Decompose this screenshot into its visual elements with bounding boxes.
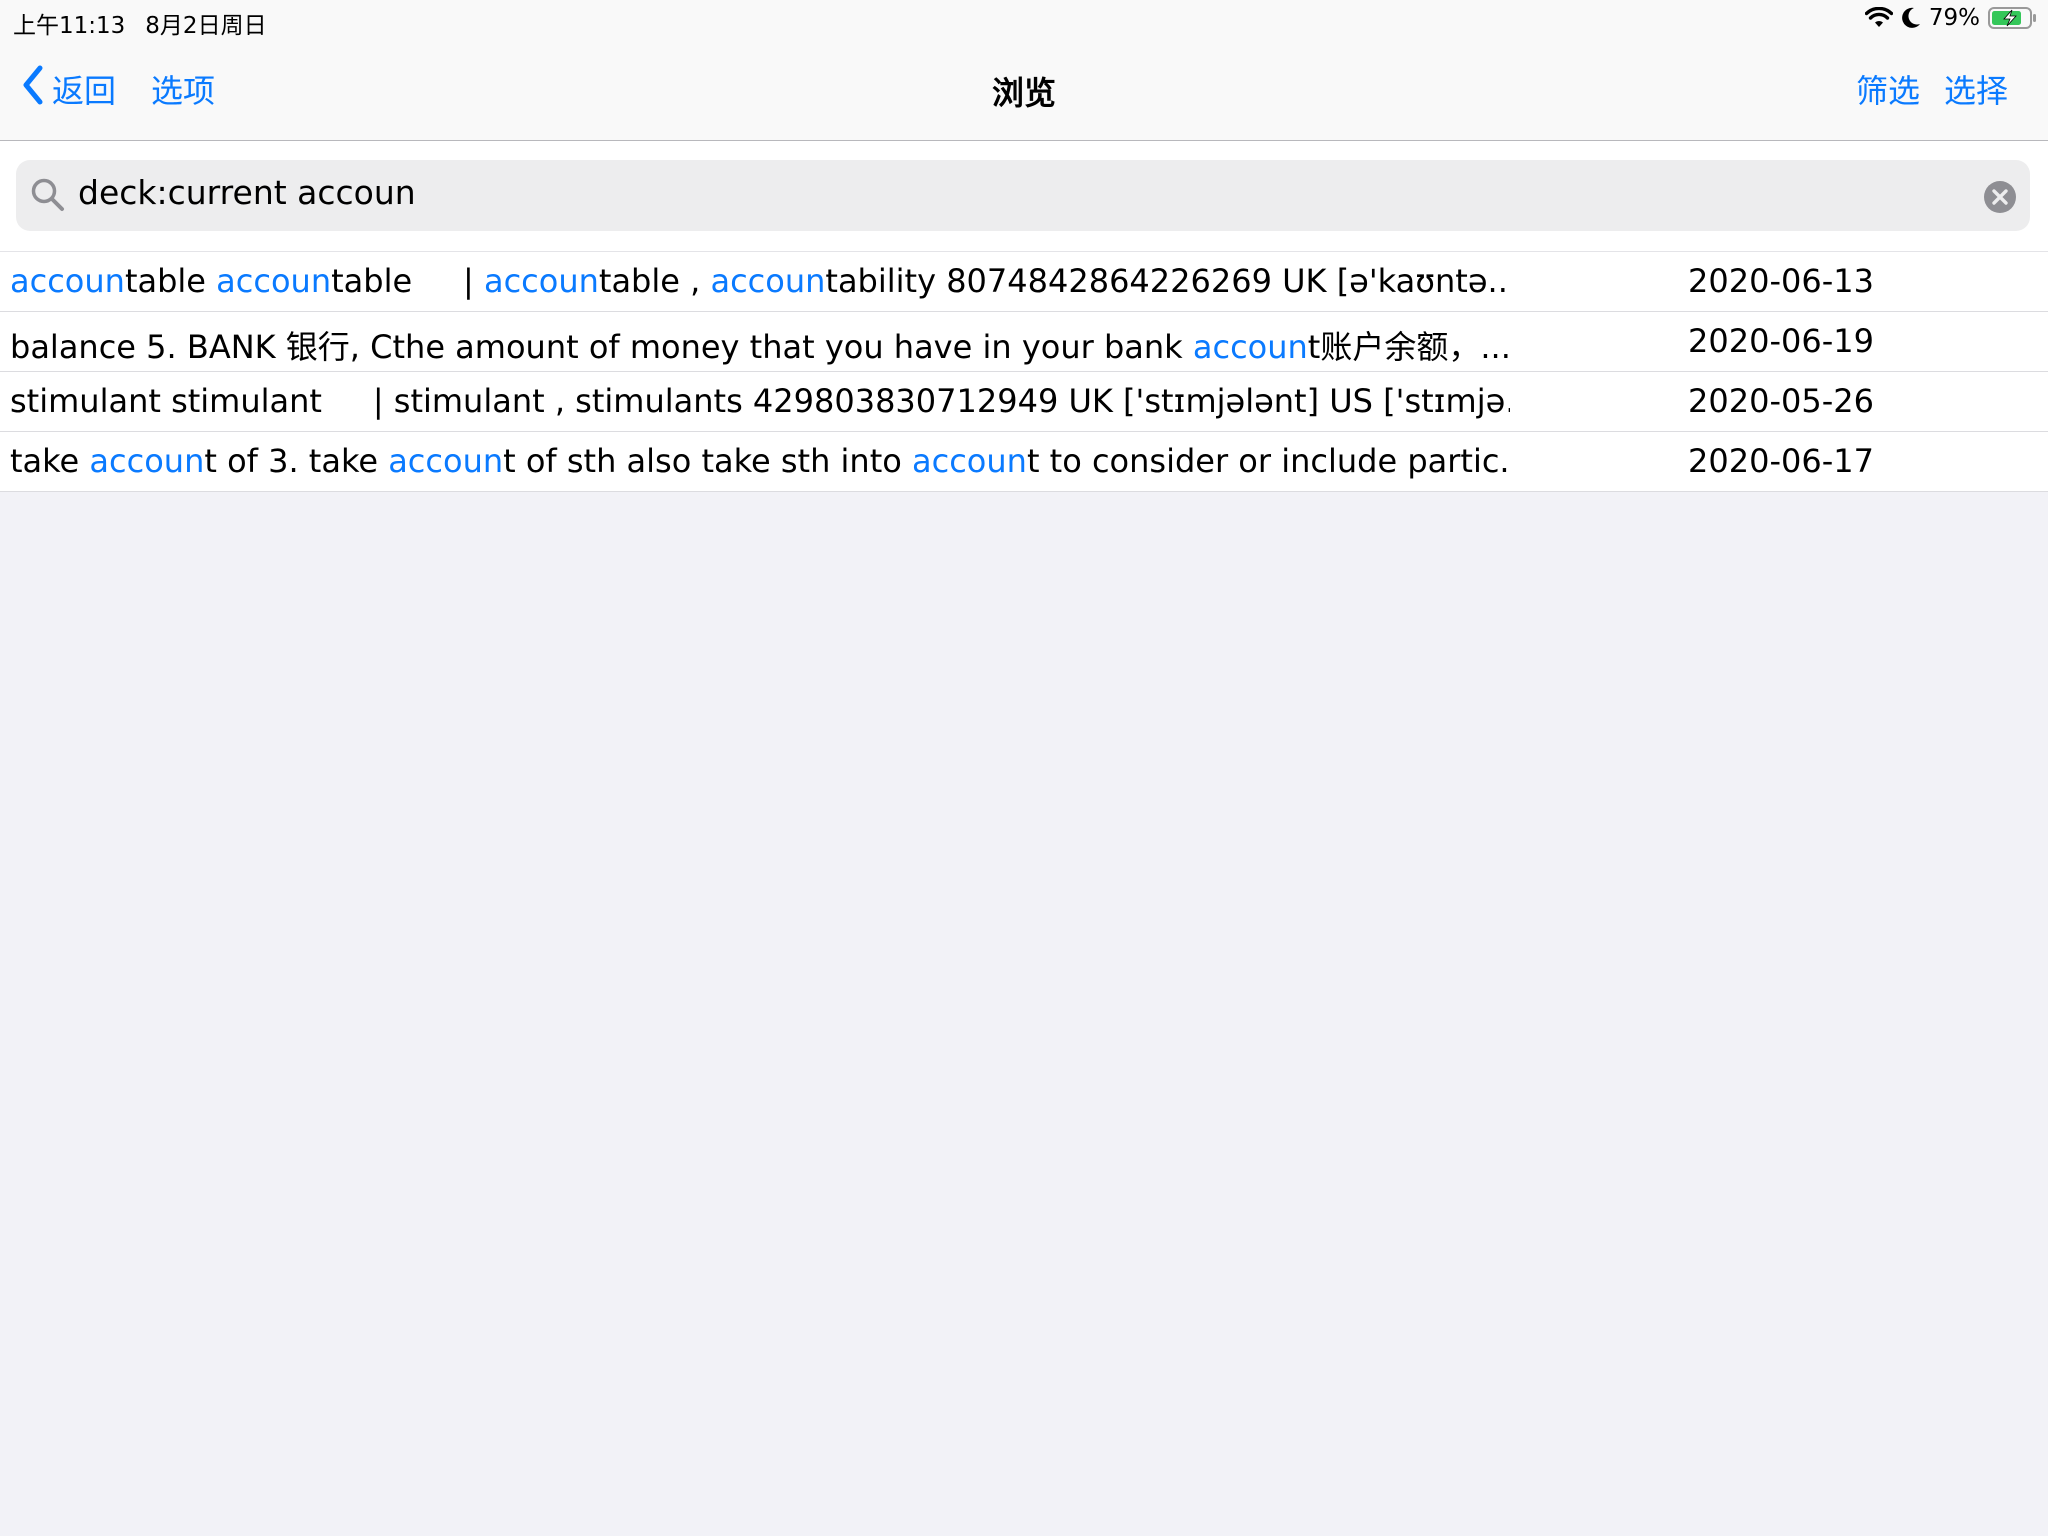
text-segment: t of 3. take [204,442,389,480]
text-segment: balance 5. BANK 银行, Cthe amount of money… [10,328,1193,366]
status-bar: 上午11:13 8月2日周日 79% [0,0,2048,40]
list-item-date: 2020-06-17 [1688,442,1874,480]
nav-right: 筛选 选择 [1856,66,2008,112]
text-segment: table , [598,262,711,300]
page-title: 浏览 [991,74,1056,112]
highlighted-match: accoun [710,262,826,300]
list-item-text: balance 5. BANK 银行, Cthe amount of money… [10,322,1510,368]
status-left: 上午11:13 8月2日周日 [13,6,267,40]
select-button[interactable]: 选择 [1944,66,2008,112]
search-input[interactable]: deck:current accoun [16,160,2030,231]
battery-charging-icon [1988,6,2038,30]
clear-search-icon[interactable] [1983,180,2017,218]
text-segment: t of sth also take sth into [503,442,912,480]
highlighted-match: accoun [216,262,332,300]
status-time: 上午11:13 [13,13,126,39]
top-bar: 上午11:13 8月2日周日 79% 返回 选项 浏览 筛选 选择 [0,0,2048,141]
highlighted-match: accoun [388,442,504,480]
list-item-date: 2020-05-26 [1688,382,1874,420]
list-item-text: stimulant stimulant | stimulant , stimul… [10,382,1510,420]
list-item-text: take account of 3. take account of sth a… [10,442,1510,480]
highlighted-match: accoun [483,262,599,300]
highlighted-match: accoun [89,442,205,480]
list-item[interactable]: accountable accountable | accountable , … [0,252,2048,312]
moon-icon [1901,7,1921,29]
list-item[interactable]: take account of 3. take account of sth a… [0,432,2048,492]
highlighted-match: accoun [912,442,1027,480]
list-item[interactable]: stimulant stimulant | stimulant , stimul… [0,372,2048,432]
list-item[interactable]: balance 5. BANK 银行, Cthe amount of money… [0,312,2048,372]
text-segment: table | [331,262,484,300]
search-icon [30,177,66,217]
battery-percent: 79% [1928,5,1980,31]
status-right: 79% [1864,5,2038,31]
highlighted-match: accoun [1192,328,1308,366]
text-segment: tability 8074842864226269 UK [ə'kaʊntə..… [825,262,1510,300]
text-segment: stimulant stimulant | stimulant , stimul… [10,382,1510,420]
results-list: accountable accountable | accountable , … [0,251,2048,492]
list-item-date: 2020-06-13 [1688,262,1874,300]
text-segment: t账户余额，... [1307,328,1510,366]
text-segment: table [124,262,217,300]
wifi-icon [1864,7,1893,29]
nav-bar: 返回 选项 浏览 筛选 选择 [0,40,2048,140]
search-query: deck:current accoun [78,173,416,212]
text-segment: t to consider or include partic... [1026,442,1510,480]
search-area: deck:current accoun [0,141,2048,251]
list-item-date: 2020-06-19 [1688,322,1874,360]
highlighted-match: accoun [10,262,125,300]
filter-button[interactable]: 筛选 [1856,66,1920,112]
list-item-text: accountable accountable | accountable , … [10,262,1510,300]
text-segment: take [10,442,90,480]
status-date: 8月2日周日 [145,13,267,39]
